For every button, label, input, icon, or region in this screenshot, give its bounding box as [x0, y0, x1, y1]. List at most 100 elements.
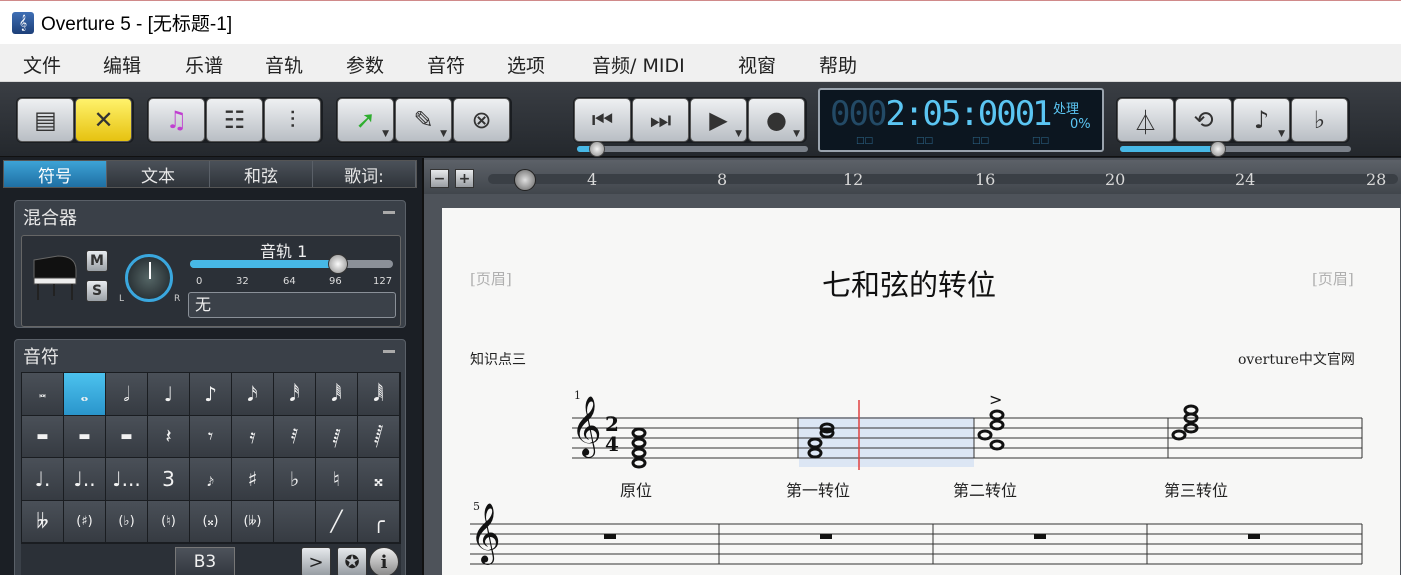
mixer-channel: M S L R 音轨 1 0 32 64 96 127 无	[21, 235, 401, 327]
tools-button[interactable]: ✕	[75, 98, 132, 142]
solo-button[interactable]: S	[86, 280, 108, 302]
courtesy-double-sharp-icon[interactable]: (𝄪)	[190, 500, 232, 543]
quarter-note-icon[interactable]: ♩	[148, 373, 190, 416]
tab-symbols[interactable]: 符号	[4, 161, 107, 187]
transport-position-slider[interactable]	[577, 141, 808, 157]
triple-dotted-note-icon[interactable]: ♩...	[106, 458, 148, 501]
zoom-out-button[interactable]: −	[430, 169, 449, 188]
music-notes-icon: ♫	[165, 106, 188, 134]
quarter-rest-icon[interactable]: 𝄽	[148, 415, 190, 458]
time-signature-top: 2	[605, 412, 619, 436]
staff-system	[470, 400, 1363, 565]
half-rest-icon[interactable]: ▬	[106, 415, 148, 458]
menu-options[interactable]: 选项	[507, 51, 545, 78]
score-page[interactable]: [页眉] [页眉] 七和弦的转位 知识点三 overture中文官网 1 5 𝄞…	[442, 208, 1400, 575]
menu-notes[interactable]: 音符	[427, 51, 465, 78]
pitch-field[interactable]: B3	[175, 547, 235, 575]
volume-knob[interactable]	[328, 254, 348, 274]
natural-icon[interactable]: ♮	[316, 458, 358, 501]
sixteenth-rest-icon[interactable]: 𝄿	[232, 415, 274, 458]
slash-icon[interactable]: ╱	[316, 500, 358, 543]
double-dotted-note-icon[interactable]: ♩..	[64, 458, 106, 501]
menu-parameters[interactable]: 参数	[346, 51, 384, 78]
tempo-slider[interactable]	[1120, 141, 1351, 157]
half-note-icon[interactable]: 𝅗𝅥	[106, 373, 148, 416]
chord-label-first-inversion[interactable]: 第一转位	[786, 477, 850, 501]
metronome-button[interactable]: ⏃	[1117, 98, 1174, 142]
chord-label-root[interactable]: 原位	[620, 477, 652, 501]
accent-button[interactable]: >	[301, 547, 331, 575]
eraser-tool-button[interactable]: ⊗	[453, 98, 510, 142]
courtesy-double-flat-icon[interactable]: (𝄫)	[232, 500, 274, 543]
zoom-in-button[interactable]: +	[455, 169, 474, 188]
thirty-second-rest-icon[interactable]: 𝅀	[274, 415, 316, 458]
courtesy-flat-icon[interactable]: (♭)	[106, 500, 148, 543]
volume-slider[interactable]	[190, 254, 393, 274]
ruler-scroll-knob[interactable]	[514, 169, 536, 191]
sixty-fourth-note-icon[interactable]: 𝅘𝅥𝅱	[316, 373, 358, 416]
rewind-button[interactable]: ⏮	[574, 98, 631, 142]
mute-button[interactable]: M	[86, 250, 108, 272]
mixer-panel: 混合器 M S L R 音轨 1 0 32 64 96 127 无	[14, 200, 406, 328]
courtesy-natural-icon[interactable]: (♮)	[148, 500, 190, 543]
instrument-field[interactable]: 无	[188, 292, 396, 318]
sixteenth-note-icon[interactable]: 𝅘𝅥𝅯	[232, 373, 274, 416]
record-button[interactable]: ● ▼	[748, 98, 805, 142]
menu-audio-midi[interactable]: 音频/ MIDI	[592, 51, 685, 78]
menu-window[interactable]: 视窗	[738, 51, 776, 78]
track-sheet-button[interactable]: ☷	[206, 98, 263, 142]
whole-note-icon[interactable]: 𝅝	[64, 373, 106, 416]
volume-tick: 32	[236, 276, 249, 287]
menu-track[interactable]: 音轨	[265, 51, 303, 78]
dotted-note-icon[interactable]: ♩.	[22, 458, 64, 501]
chord-label-third-inversion[interactable]: 第三转位	[1164, 477, 1228, 501]
breve-rest-icon[interactable]: ▬	[22, 415, 64, 458]
select-tool-button[interactable]: ➚ ▼	[337, 98, 394, 142]
hundred-twenty-eighth-rest-icon[interactable]: 𝅂	[358, 415, 400, 458]
info-button[interactable]: i	[369, 547, 399, 575]
key-signature-button[interactable]: ♭	[1291, 98, 1348, 142]
counter-box-glyph: □□	[1032, 136, 1050, 146]
eighth-rest-icon[interactable]: 𝄾	[190, 415, 232, 458]
collapse-icon[interactable]	[383, 350, 395, 353]
counter-processing: 处理	[1053, 102, 1080, 117]
play-button[interactable]: ▶ ▼	[690, 98, 747, 142]
flat-icon[interactable]: ♭	[274, 458, 316, 501]
mixer-button[interactable]: ⫶	[264, 98, 321, 142]
slur-icon[interactable]: ╭	[358, 500, 400, 543]
whole-rests	[604, 534, 1260, 539]
hundred-twenty-eighth-note-icon[interactable]: 𝅘𝅥𝅲	[358, 373, 400, 416]
pan-knob[interactable]	[125, 254, 173, 302]
whole-rest-icon[interactable]: ▬	[64, 415, 106, 458]
menu-edit[interactable]: 编辑	[103, 51, 141, 78]
eighth-note-icon[interactable]: ♪	[190, 373, 232, 416]
thirty-second-note-icon[interactable]: 𝅘𝅥𝅰	[274, 373, 316, 416]
page-view-button[interactable]: ▤	[17, 98, 74, 142]
midi-plug-button[interactable]: ✪	[337, 547, 367, 575]
chord-label-second-inversion[interactable]: 第二转位	[953, 477, 1017, 501]
loop-button[interactable]: ⟲	[1175, 98, 1232, 142]
grace-note-icon[interactable]: 𝆔	[190, 458, 232, 501]
treble-clef-icon[interactable]: 𝄞	[12, 11, 34, 34]
sharp-icon[interactable]: ♯	[232, 458, 274, 501]
slider-knob[interactable]	[1210, 141, 1226, 157]
quantize-button[interactable]: ♪ ▼	[1233, 98, 1290, 142]
score-window-button[interactable]: ♫	[148, 98, 205, 142]
triplet-icon[interactable]: 3	[148, 458, 190, 501]
breve-note-icon[interactable]: 𝅜	[22, 373, 64, 416]
courtesy-sharp-icon[interactable]: (♯)	[64, 500, 106, 543]
double-flat-icon[interactable]: 𝄫	[22, 500, 64, 543]
tab-chords[interactable]: 和弦	[210, 161, 313, 187]
tab-lyrics[interactable]: 歌词:	[313, 161, 416, 187]
ruler-scroll-track[interactable]	[488, 174, 1398, 184]
pencil-tool-button[interactable]: ✎ ▼	[395, 98, 452, 142]
step-forward-button[interactable]: ⏭	[632, 98, 689, 142]
menu-file[interactable]: 文件	[23, 51, 61, 78]
menu-help[interactable]: 帮助	[819, 51, 857, 78]
sixty-fourth-rest-icon[interactable]: 𝅁	[316, 415, 358, 458]
collapse-icon[interactable]	[383, 211, 395, 214]
double-sharp-icon[interactable]: 𝄪	[358, 458, 400, 501]
menu-score[interactable]: 乐谱	[185, 51, 223, 78]
tab-text[interactable]: 文本	[107, 161, 210, 187]
slider-knob[interactable]	[589, 141, 605, 157]
